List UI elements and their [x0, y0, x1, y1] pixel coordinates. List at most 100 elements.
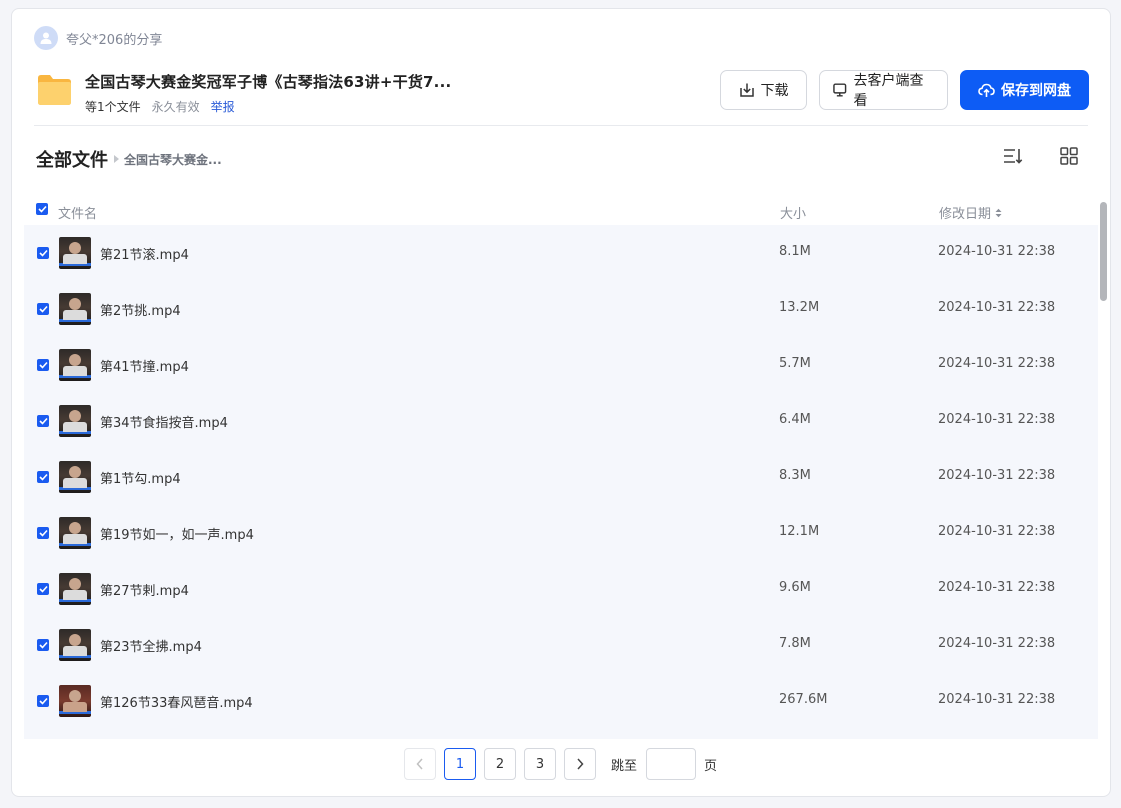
check-icon — [38, 529, 48, 537]
file-size: 6.4M — [779, 412, 811, 427]
share-card: 夸父*206的分享 全国古琴大赛金奖冠军子博《古琴指法63讲+干货7... 等1… — [11, 8, 1111, 797]
select-all-checkbox[interactable] — [36, 203, 48, 215]
file-size: 5.7M — [779, 356, 811, 371]
file-date: 2024-10-31 22:38 — [938, 300, 1056, 315]
check-icon — [38, 361, 48, 369]
file-date: 2024-10-31 22:38 — [938, 412, 1056, 427]
avatar — [34, 26, 58, 50]
next-page-button[interactable] — [564, 748, 596, 780]
file-name[interactable]: 第2节挑.mp4 — [100, 300, 181, 319]
row-checkbox[interactable] — [37, 583, 49, 595]
download-button[interactable]: 下载 — [720, 70, 807, 110]
row-checkbox[interactable] — [37, 639, 49, 651]
chevron-left-icon — [416, 758, 423, 770]
file-list: 第21节滚.mp4 8.1M 2024-10-31 22:38 第2节挑.mp4 13.… — [24, 225, 1098, 739]
check-icon — [38, 697, 48, 705]
check-icon — [38, 585, 48, 593]
row-checkbox[interactable] — [37, 415, 49, 427]
file-size: 13.2M — [779, 300, 820, 315]
table-row[interactable]: 第19节如一，如一声.mp4 12.1M 2024-10-31 22:38 — [24, 505, 1098, 561]
folder-icon — [36, 72, 73, 107]
column-date[interactable]: 修改日期 — [939, 203, 1002, 222]
file-date: 2024-10-31 22:38 — [938, 244, 1056, 259]
file-size: 7.8M — [779, 636, 811, 651]
file-name[interactable]: 第19节如一，如一声.mp4 — [100, 524, 254, 543]
file-date: 2024-10-31 22:38 — [938, 524, 1056, 539]
column-size: 大小 — [780, 207, 807, 222]
view-tools — [1002, 145, 1080, 167]
divider — [34, 125, 1088, 126]
file-name[interactable]: 第21节滚.mp4 — [100, 244, 189, 263]
report-link[interactable]: 举报 — [211, 98, 235, 115]
video-thumbnail — [59, 405, 91, 437]
pagination: 123 跳至 页 — [404, 748, 717, 780]
jump-suffix: 页 — [704, 758, 718, 774]
share-user: 夸父*206的分享 — [34, 26, 162, 50]
file-name[interactable]: 第126节33春风琶音.mp4 — [100, 692, 253, 711]
grid-view-icon — [1060, 147, 1078, 165]
jump-page-input[interactable] — [646, 748, 697, 780]
row-checkbox[interactable] — [37, 359, 49, 371]
check-icon — [38, 305, 48, 313]
table-row[interactable]: 第34节食指按音.mp4 6.4M 2024-10-31 22:38 — [24, 393, 1098, 449]
video-thumbnail — [59, 685, 91, 717]
cloud-upload-icon — [978, 83, 995, 97]
video-thumbnail — [59, 293, 91, 325]
row-checkbox[interactable] — [37, 247, 49, 259]
table-header: 文件名 大小 修改日期 — [36, 197, 1086, 227]
table-row[interactable]: 第41节撞.mp4 5.7M 2024-10-31 22:38 — [24, 337, 1098, 393]
file-name[interactable]: 第27节剌.mp4 — [100, 580, 189, 599]
scrollbar[interactable] — [1099, 195, 1108, 739]
row-checkbox[interactable] — [37, 471, 49, 483]
page-button[interactable]: 2 — [484, 748, 516, 780]
user-icon — [40, 32, 52, 44]
prev-page-button[interactable] — [404, 748, 436, 780]
video-thumbnail — [59, 629, 91, 661]
file-size: 9.6M — [779, 580, 811, 595]
share-user-label: 夸父*206的分享 — [66, 32, 163, 48]
file-date: 2024-10-31 22:38 — [938, 356, 1056, 371]
file-name[interactable]: 第41节撞.mp4 — [100, 356, 189, 375]
column-name: 文件名 — [58, 207, 98, 222]
video-thumbnail — [59, 461, 91, 493]
video-thumbnail — [59, 517, 91, 549]
check-icon — [38, 417, 48, 425]
file-size: 8.1M — [779, 244, 811, 259]
download-icon — [739, 83, 754, 97]
page-button[interactable]: 1 — [444, 748, 476, 780]
table-row[interactable]: 第23节全拂.mp4 7.8M 2024-10-31 22:38 — [24, 617, 1098, 673]
file-date: 2024-10-31 22:38 — [938, 692, 1056, 707]
row-checkbox[interactable] — [37, 695, 49, 707]
scrollbar-thumb[interactable] — [1100, 202, 1107, 301]
file-size: 8.3M — [779, 468, 811, 483]
grid-view-button[interactable] — [1058, 145, 1080, 167]
video-thumbnail — [59, 237, 91, 269]
check-icon — [38, 641, 48, 649]
table-row[interactable]: 第21节滚.mp4 8.1M 2024-10-31 22:38 — [24, 225, 1098, 281]
save-to-drive-button[interactable]: 保存到网盘 — [960, 70, 1089, 110]
row-checkbox[interactable] — [37, 527, 49, 539]
file-size: 12.1M — [779, 524, 820, 539]
row-checkbox[interactable] — [37, 303, 49, 315]
breadcrumb: 全部文件 全国古琴大赛金... — [36, 146, 222, 172]
table-row[interactable]: 第27节剌.mp4 9.6M 2024-10-31 22:38 — [24, 561, 1098, 617]
page-button[interactable]: 3 — [524, 748, 556, 780]
table-row[interactable]: 第1节勾.mp4 8.3M 2024-10-31 22:38 — [24, 449, 1098, 505]
jump-label: 跳至 — [611, 758, 638, 774]
file-date: 2024-10-31 22:38 — [938, 468, 1056, 483]
sort-button[interactable] — [1002, 145, 1024, 167]
chevron-right-icon — [577, 758, 584, 770]
share-title: 全国古琴大赛金奖冠军子博《古琴指法63讲+干货7... — [85, 73, 452, 91]
table-row[interactable]: 第2节挑.mp4 13.2M 2024-10-31 22:38 — [24, 281, 1098, 337]
open-client-button[interactable]: 去客户端查看 — [819, 70, 948, 110]
breadcrumb-current: 全国古琴大赛金... — [124, 152, 222, 167]
file-name[interactable]: 第34节食指按音.mp4 — [100, 412, 228, 431]
file-date: 2024-10-31 22:38 — [938, 636, 1056, 651]
breadcrumb-root[interactable]: 全部文件 — [36, 146, 108, 172]
validity-label: 永久有效 — [151, 100, 200, 114]
table-row[interactable]: 第126节33春风琶音.mp4 267.6M 2024-10-31 22:38 — [24, 673, 1098, 729]
file-name[interactable]: 第1节勾.mp4 — [100, 468, 181, 487]
monitor-icon — [833, 83, 847, 97]
client-label: 去客户端查看 — [853, 73, 924, 109]
file-name[interactable]: 第23节全拂.mp4 — [100, 636, 202, 655]
